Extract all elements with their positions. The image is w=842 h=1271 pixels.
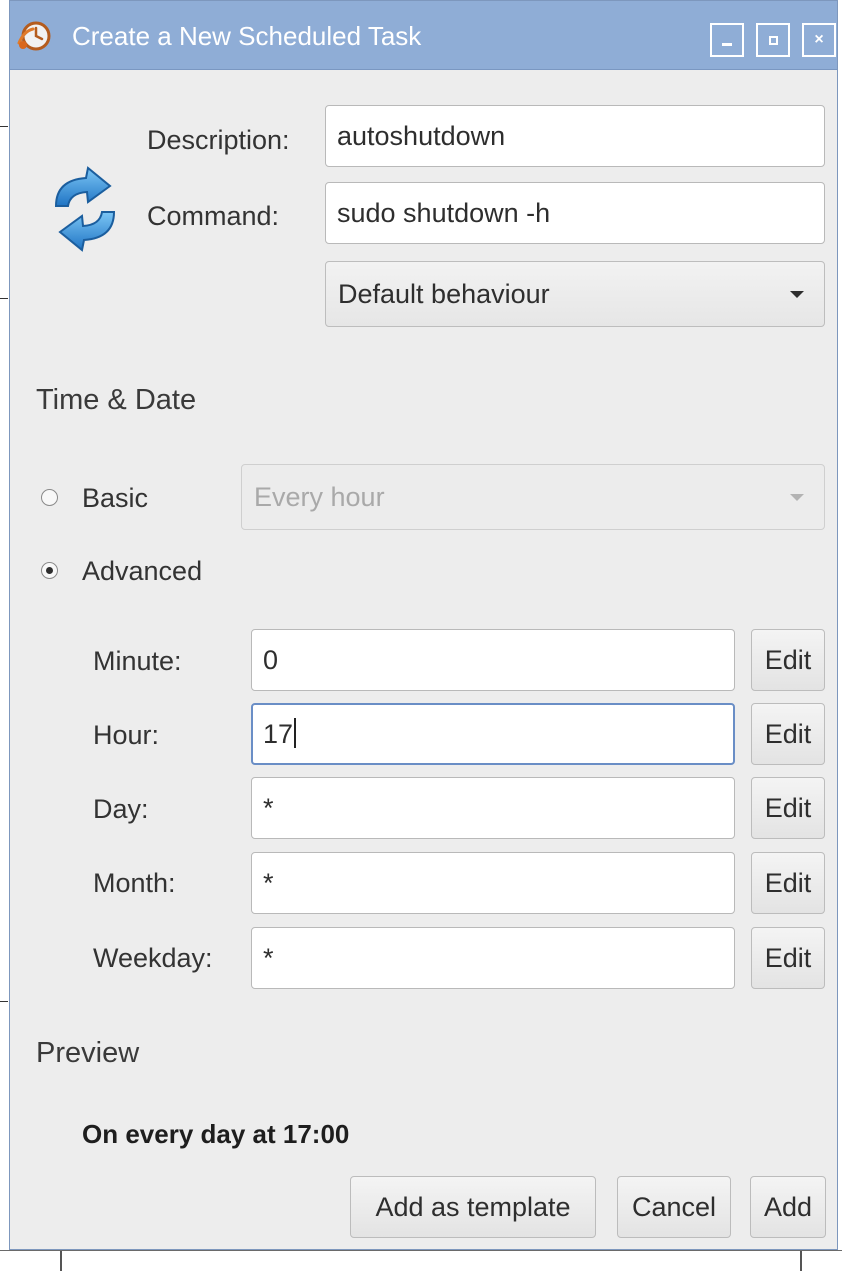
day-edit-button[interactable]: Edit <box>751 777 825 839</box>
day-input[interactable]: * <box>251 777 735 839</box>
maximize-icon <box>768 35 778 45</box>
dropdown-arrow-icon <box>790 494 804 501</box>
time-date-heading: Time & Date <box>36 384 197 416</box>
text-caret <box>294 718 297 748</box>
preview-heading: Preview <box>36 1037 140 1069</box>
close-button[interactable]: × <box>802 23 836 57</box>
month-input[interactable]: * <box>251 852 735 914</box>
hour-value: 17 <box>263 719 294 749</box>
basic-frequency-dropdown: Every hour <box>241 464 825 530</box>
weekday-input[interactable]: * <box>251 927 735 989</box>
refresh-arrows-icon <box>54 166 116 252</box>
close-icon: × <box>814 31 824 48</box>
description-input[interactable]: autoshutdown <box>325 105 825 167</box>
month-edit-button[interactable]: Edit <box>751 852 825 914</box>
basic-label[interactable]: Basic <box>82 483 148 514</box>
description-label: Description: <box>147 125 290 155</box>
minimize-icon <box>722 42 732 46</box>
basic-frequency-selected: Every hour <box>254 482 385 512</box>
advanced-label[interactable]: Advanced <box>82 556 202 587</box>
month-label: Month: <box>93 868 176 898</box>
hour-label: Hour: <box>93 720 160 750</box>
hour-input[interactable]: 17 <box>251 703 735 765</box>
hour-edit-button[interactable]: Edit <box>751 703 825 765</box>
basic-radio[interactable] <box>41 489 58 506</box>
background-window-bottom <box>0 1250 842 1271</box>
minimize-button[interactable] <box>710 23 744 57</box>
window-title: Create a New Scheduled Task <box>72 21 422 51</box>
radio-selected-dot <box>46 567 53 574</box>
weekday-label: Weekday: <box>93 943 213 973</box>
behaviour-selected: Default behaviour <box>338 279 550 309</box>
day-label: Day: <box>93 794 149 824</box>
advanced-radio[interactable] <box>41 562 58 579</box>
title-bar[interactable]: Create a New Scheduled Task × <box>10 1 837 70</box>
behaviour-dropdown[interactable]: Default behaviour <box>325 261 825 327</box>
maximize-button[interactable] <box>756 23 790 57</box>
scheduled-task-clock-icon <box>17 21 51 51</box>
command-input[interactable]: sudo shutdown -h <box>325 182 825 244</box>
weekday-edit-button[interactable]: Edit <box>751 927 825 989</box>
minute-label: Minute: <box>93 646 182 676</box>
add-as-template-button[interactable]: Add as template <box>350 1176 596 1238</box>
background-window-edge-left <box>0 0 9 1270</box>
preview-text: On every day at 17:00 <box>82 1119 350 1149</box>
scheduled-task-dialog: Create a New Scheduled Task × Descriptio… <box>9 0 838 1250</box>
dropdown-arrow-icon <box>790 291 804 298</box>
minute-edit-button[interactable]: Edit <box>751 629 825 691</box>
background-window-edge-right <box>838 0 842 1270</box>
cancel-button[interactable]: Cancel <box>617 1176 731 1238</box>
command-label: Command: <box>147 201 280 231</box>
add-button[interactable]: Add <box>750 1176 826 1238</box>
minute-input[interactable]: 0 <box>251 629 735 691</box>
